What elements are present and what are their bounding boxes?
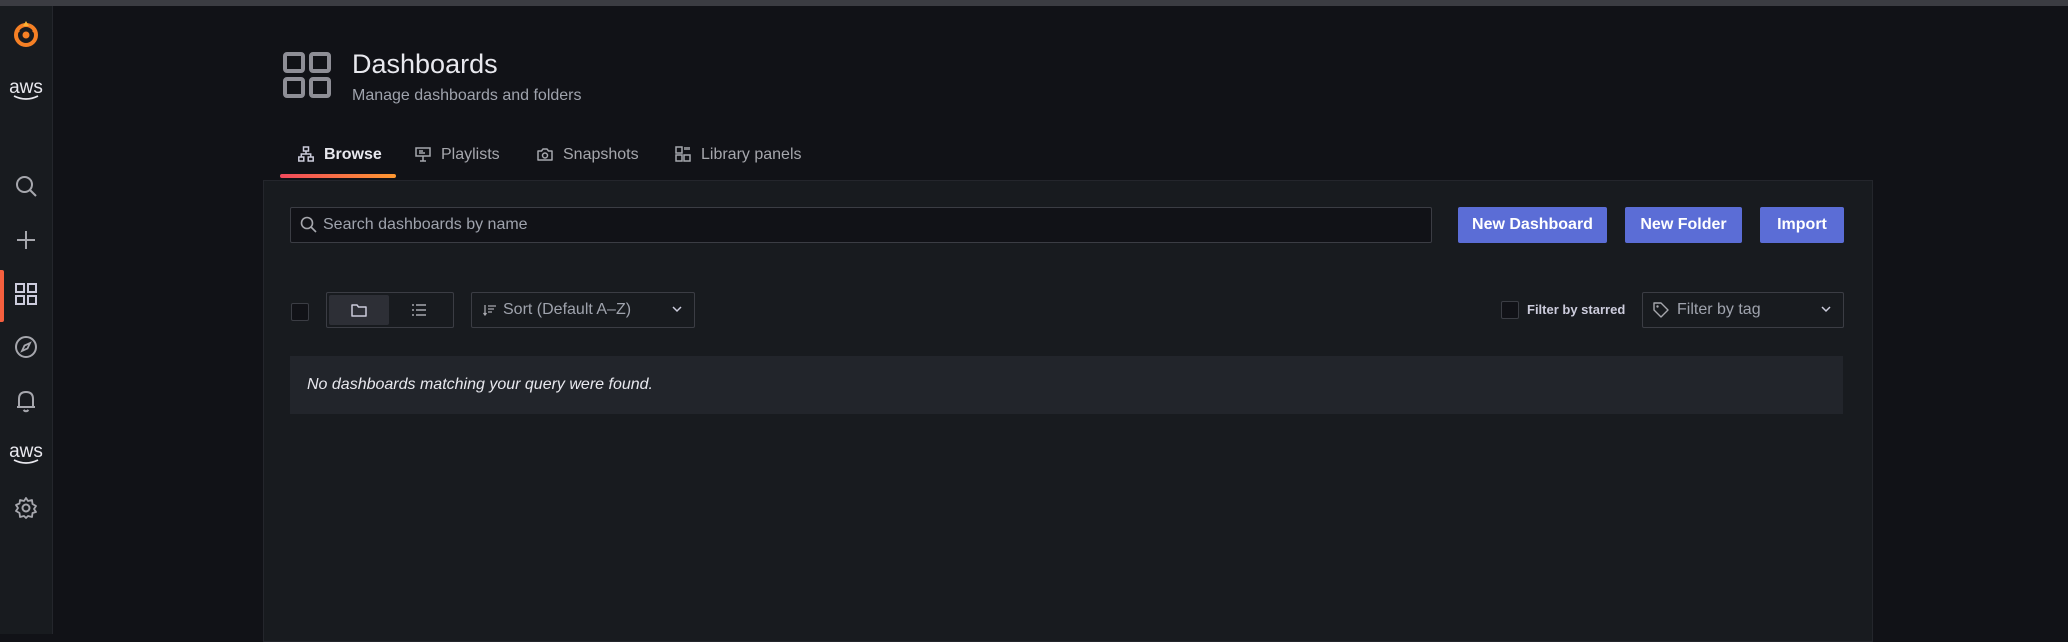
tab-library-panels-label: Library panels <box>701 146 802 163</box>
search-box <box>290 207 1432 243</box>
sort-select[interactable]: Sort (Default A–Z) <box>471 292 695 328</box>
tab-snapshots[interactable]: Snapshots <box>537 146 639 180</box>
search-input[interactable] <box>323 208 1413 242</box>
compass-icon[interactable] <box>0 329 52 365</box>
dashboards-header-icon <box>283 52 331 98</box>
presentation-icon <box>415 147 431 162</box>
tab-library-panels[interactable]: Library panels <box>675 146 802 180</box>
grafana-logo-icon[interactable] <box>0 16 52 52</box>
folder-icon <box>351 304 367 317</box>
filter-starred-label: Filter by starred <box>1527 302 1626 317</box>
tab-playlists-label: Playlists <box>441 146 500 163</box>
aws-logo-text: aws <box>9 76 43 98</box>
tab-snapshots-label: Snapshots <box>563 146 639 163</box>
page-subtitle: Manage dashboards and folders <box>352 87 582 104</box>
empty-results-message: No dashboards matching your query were f… <box>290 356 1843 414</box>
sort-icon <box>483 305 496 316</box>
sort-label: Sort (Default A–Z) <box>503 301 632 318</box>
tab-playlists[interactable]: Playlists <box>415 146 500 180</box>
camera-icon <box>537 148 553 161</box>
window-top-border <box>0 0 2068 6</box>
new-folder-button[interactable]: New Folder <box>1625 207 1742 243</box>
sitemap-icon <box>298 146 314 162</box>
tag-icon <box>1653 302 1669 318</box>
select-all-checkbox[interactable] <box>291 303 309 321</box>
view-mode-toggle <box>326 292 454 328</box>
grid-icon[interactable] <box>0 276 52 312</box>
empty-results-text: No dashboards matching your query were f… <box>307 376 653 393</box>
plus-icon[interactable] <box>0 222 52 258</box>
filter-starred-checkbox[interactable] <box>1501 301 1519 319</box>
tag-filter-placeholder: Filter by tag <box>1677 301 1761 318</box>
tag-chevron-down-icon <box>1821 306 1831 313</box>
folder-view-button[interactable] <box>329 295 389 325</box>
search-icon[interactable] <box>0 168 52 204</box>
gear-icon[interactable] <box>0 490 52 526</box>
list-icon <box>412 304 426 316</box>
bell-icon[interactable] <box>0 383 52 419</box>
list-view-button[interactable] <box>389 295 449 325</box>
aws-logo[interactable]: aws <box>0 72 52 108</box>
tab-browse-label: Browse <box>324 146 382 163</box>
aws-icon[interactable]: aws <box>0 436 52 472</box>
aws-icon-label: aws <box>9 440 43 462</box>
chevron-down-icon <box>672 306 682 313</box>
search-field-icon <box>300 216 317 233</box>
import-button[interactable]: Import <box>1760 207 1844 243</box>
sidebar: aws aws <box>0 6 53 634</box>
library-panels-icon <box>675 146 691 162</box>
new-dashboard-button[interactable]: New Dashboard <box>1458 207 1607 243</box>
active-tab-underline <box>280 174 396 178</box>
page-title: Dashboards <box>352 49 498 79</box>
tag-filter-select[interactable]: Filter by tag <box>1642 292 1844 328</box>
